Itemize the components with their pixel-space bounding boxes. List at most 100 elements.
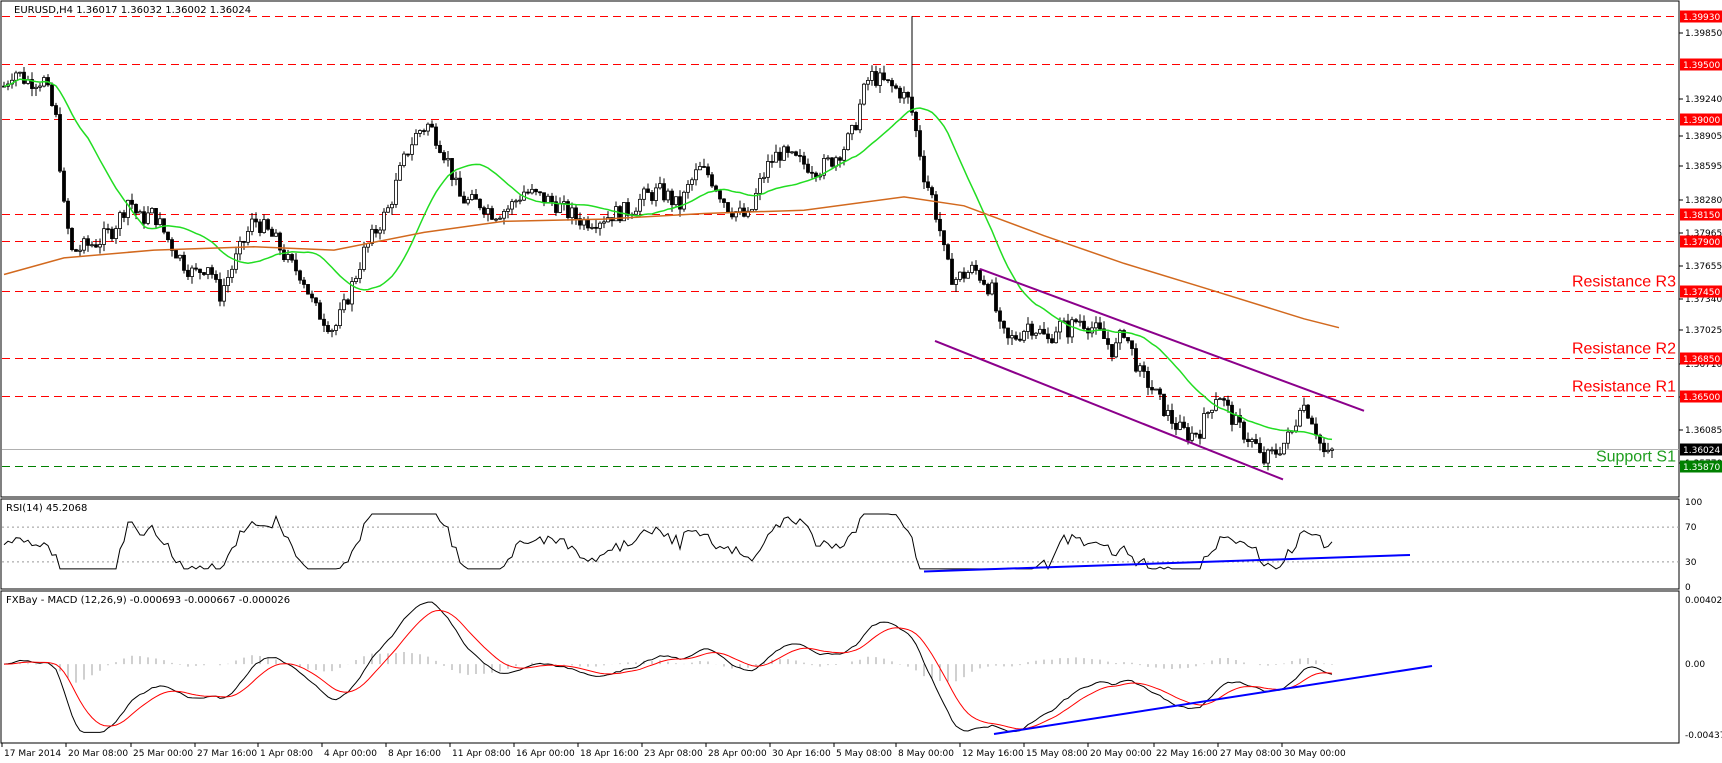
candle-body: [1098, 322, 1102, 330]
candle-body: [442, 152, 446, 161]
rsi-tick-label: 70: [1685, 523, 1697, 533]
candle-body: [198, 268, 202, 273]
candle-body: [538, 191, 542, 194]
candle-body: [66, 200, 70, 229]
candle-body: [318, 302, 322, 320]
candle-body: [322, 318, 326, 326]
time-tick-label: 11 Apr 08:00: [452, 749, 511, 759]
candle-body: [906, 91, 910, 98]
candle-body: [586, 219, 590, 229]
candle-body: [526, 191, 530, 194]
candle-body: [914, 111, 918, 132]
candle-body: [234, 253, 238, 270]
candle-body: [274, 232, 278, 237]
time-tick-label: 15 May 08:00: [1026, 749, 1088, 759]
price-tick-label: 1.39240: [1685, 95, 1722, 105]
candle-body: [422, 130, 426, 132]
candle-body: [966, 272, 970, 279]
time-tick-label: 20 May 00:00: [1090, 749, 1152, 759]
candle-body: [314, 297, 318, 304]
candle-body: [258, 221, 262, 233]
candle-body: [222, 285, 226, 302]
candle-body: [146, 212, 150, 224]
candle-body: [214, 274, 218, 280]
candle-body: [402, 153, 406, 166]
chart-canvas: Resistance R3 Resistance R2 Resistance R1 S…: [0, 0, 1722, 759]
candle-body: [930, 187, 934, 196]
candle-body: [82, 238, 86, 251]
candle-body: [1262, 452, 1266, 464]
candle-body: [106, 228, 110, 231]
price-axis: 1.39850 1.39240 1.38905 1.38595 1.38280 1.379…: [1679, 29, 1722, 469]
candle-body: [1322, 442, 1326, 453]
candle-body: [1174, 423, 1178, 430]
candle-body: [602, 221, 606, 224]
candle-body: [210, 267, 214, 275]
candle-body: [54, 105, 58, 115]
candle-body: [702, 166, 706, 168]
level-price-text: 1.37900: [1683, 238, 1720, 248]
candle-body: [1270, 449, 1274, 452]
price-tick-label: 1.37025: [1685, 326, 1722, 336]
candle-body: [726, 202, 730, 213]
time-tick-label: 8 May 00:00: [898, 749, 954, 759]
candle-body: [518, 199, 522, 202]
candle-body: [1106, 338, 1110, 345]
time-tick-label: 5 May 08:00: [836, 749, 892, 759]
time-tick-label: 16 Apr 00:00: [516, 749, 575, 759]
candle-body: [898, 87, 902, 99]
candle-body: [1182, 421, 1186, 428]
candle-body: [870, 71, 874, 81]
candle-body: [138, 211, 142, 214]
candle-body: [858, 103, 862, 131]
candle-body: [18, 71, 22, 74]
time-tick-label: 27 May 08:00: [1220, 749, 1282, 759]
candle-body: [206, 267, 210, 275]
candle-body: [666, 190, 670, 201]
candle-body: [806, 163, 810, 173]
price-tick-label: 1.38280: [1685, 196, 1722, 206]
candle-body: [178, 254, 182, 259]
candle-body: [90, 244, 94, 247]
candle-body: [1190, 432, 1194, 441]
rsi-tick-label: 0: [1685, 583, 1691, 593]
candle-body: [674, 196, 678, 206]
candle-body: [466, 199, 470, 204]
candle-body: [1178, 421, 1182, 430]
candle-body: [1130, 340, 1134, 349]
candle-body: [474, 194, 478, 200]
level-name: Resistance R2: [1572, 341, 1676, 358]
candle-body: [1222, 398, 1226, 401]
candle-body: [570, 207, 574, 219]
candle-body: [758, 178, 762, 194]
candle-body: [174, 250, 178, 259]
candle-body: [454, 177, 458, 180]
candle-body: [982, 279, 986, 285]
candle-body: [306, 284, 310, 295]
candle-body: [478, 198, 482, 209]
rsi-tick-label: 100: [1685, 498, 1702, 508]
candle-body: [1050, 338, 1054, 344]
candle-body: [22, 71, 26, 84]
candle-body: [994, 282, 998, 312]
candle-body: [1110, 344, 1114, 358]
candle-body: [1078, 320, 1082, 323]
candle-body: [1294, 425, 1298, 432]
candle-body: [1022, 331, 1026, 341]
candle-body: [1030, 323, 1034, 336]
candle-body: [558, 202, 562, 213]
candle-body: [290, 254, 294, 261]
candle-body: [546, 195, 550, 203]
candle-body: [246, 231, 250, 243]
candle-body: [342, 299, 346, 311]
candle-body: [490, 208, 494, 220]
time-tick-label: 30 Apr 16:00: [772, 749, 831, 759]
candle-body: [918, 130, 922, 157]
time-tick-label: 20 Mar 08:00: [68, 749, 128, 759]
candle-body: [1046, 333, 1050, 340]
symbol-header: EURUSD,H4 1.36017 1.36032 1.36002 1.3602…: [14, 5, 251, 16]
candle-body: [650, 192, 654, 201]
level-price-text: 1.39000: [1683, 116, 1720, 126]
candle-body: [1166, 410, 1170, 416]
candle-body: [418, 130, 422, 134]
